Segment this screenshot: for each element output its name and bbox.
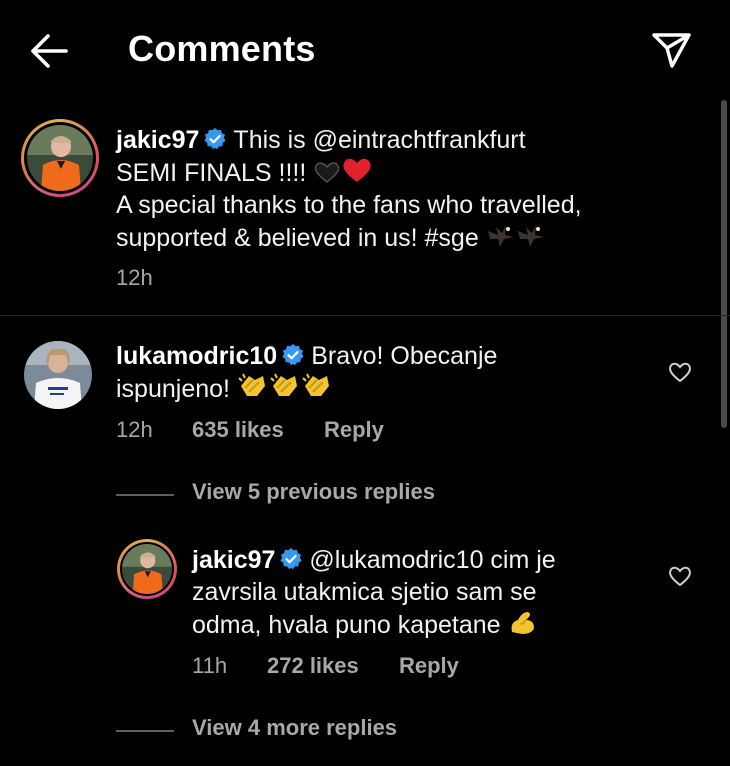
caption-line-2: SEMI FINALS !!!! bbox=[116, 159, 314, 187]
likes-count[interactable]: 272 likes bbox=[267, 653, 359, 679]
eagle-emoji bbox=[517, 225, 544, 247]
reply-line-1: @lukamodric10 cim je bbox=[309, 546, 556, 574]
verified-badge-icon bbox=[282, 344, 304, 366]
caption-username[interactable]: jakic97 bbox=[116, 126, 199, 154]
verified-badge-icon bbox=[204, 128, 227, 150]
caption-line-3: A special thanks to the fans who travell… bbox=[116, 191, 582, 219]
avatar bbox=[27, 125, 93, 191]
story-ring[interactable] bbox=[117, 539, 177, 599]
story-ring[interactable] bbox=[21, 119, 99, 197]
clapping-hands-emoji bbox=[238, 373, 265, 396]
reply-time: 11h bbox=[192, 653, 228, 678]
like-button[interactable] bbox=[667, 359, 693, 385]
thread-line bbox=[116, 494, 174, 496]
reply-text: jakic97 @lukamodric10 cim je zavrsila uta… bbox=[192, 544, 652, 641]
reply-button[interactable]: Reply bbox=[399, 653, 459, 679]
comment-meta: 12h 635 likes Reply bbox=[116, 417, 516, 445]
caption-text: jakic97 This is @eintrachtfrankfurt SEMI … bbox=[116, 124, 706, 254]
back-button[interactable] bbox=[26, 28, 72, 74]
comment-line-1: Bravo! Obecanje bbox=[311, 342, 498, 370]
reply-line-2: zavrsila utakmica sjetio sam se bbox=[192, 578, 537, 606]
like-button[interactable] bbox=[667, 563, 693, 589]
avatar[interactable] bbox=[24, 341, 92, 409]
view-more-replies-label: View 4 more replies bbox=[192, 715, 398, 740]
share-button[interactable] bbox=[648, 26, 694, 72]
caption-time: 12h bbox=[116, 265, 153, 290]
avatar bbox=[122, 544, 172, 594]
page-title: Comments bbox=[128, 28, 316, 69]
verified-badge-icon bbox=[280, 548, 303, 570]
comment-username[interactable]: lukamodric10 bbox=[116, 342, 277, 370]
view-previous-replies-button[interactable]: View 5 previous replies bbox=[116, 479, 476, 509]
comment-line-2: ispunjeno! bbox=[116, 375, 237, 403]
caption-line-1: This is @eintrachtfrankfurt bbox=[233, 126, 526, 154]
clapping-hands-emoji bbox=[302, 373, 329, 396]
reply-meta: 11h 272 likes Reply bbox=[192, 653, 592, 681]
heart-outline-icon bbox=[669, 566, 691, 587]
comment-text: lukamodric10 Bravo! Obecanje ispunjeno! bbox=[116, 340, 656, 405]
divider bbox=[0, 315, 730, 316]
paper-plane-icon bbox=[652, 33, 691, 68]
arrow-left-icon bbox=[31, 34, 68, 68]
red-heart-emoji bbox=[343, 158, 371, 182]
flexed-biceps-emoji bbox=[511, 612, 534, 634]
black-heart-emoji bbox=[315, 162, 340, 183]
heart-outline-icon bbox=[669, 362, 691, 383]
eagle-emoji bbox=[487, 225, 514, 247]
scrollbar[interactable] bbox=[721, 100, 727, 428]
comment-time: 12h bbox=[116, 417, 153, 442]
comments-header: Comments bbox=[0, 0, 730, 100]
thread-line bbox=[116, 730, 174, 732]
caption-meta: 12h bbox=[116, 265, 316, 293]
view-previous-replies-label: View 5 previous replies bbox=[192, 479, 435, 504]
view-more-replies-button[interactable]: View 4 more replies bbox=[116, 715, 476, 745]
reply-line-3: odma, hvala puno kapetane bbox=[192, 611, 508, 639]
reply-button[interactable]: Reply bbox=[324, 417, 384, 443]
reply-username[interactable]: jakic97 bbox=[192, 546, 275, 574]
caption-line-4: supported & believed in us! #sge bbox=[116, 224, 486, 252]
clapping-hands-emoji bbox=[270, 373, 297, 396]
likes-count[interactable]: 635 likes bbox=[192, 417, 284, 443]
